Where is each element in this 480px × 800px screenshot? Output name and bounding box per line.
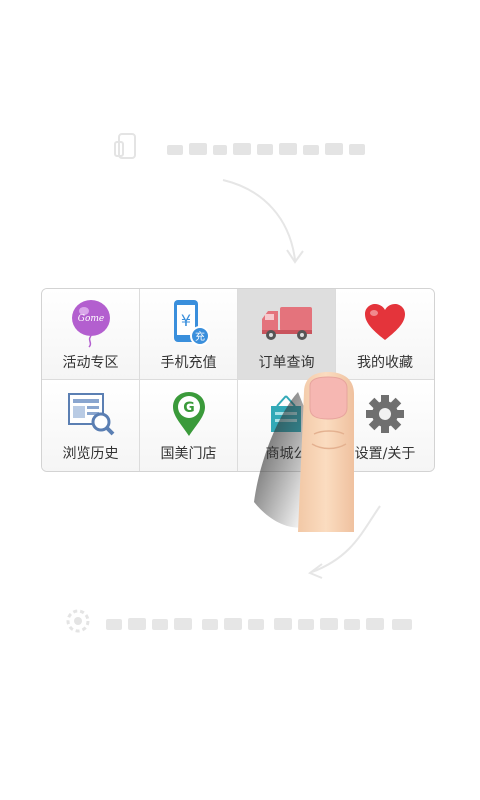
menu-item-label: 订单查询 — [258, 355, 315, 371]
menu-item-orders[interactable]: 订单查询 — [238, 289, 336, 380]
arrow-down-icon — [222, 179, 304, 264]
gear-hint-icon — [64, 607, 92, 640]
browse-history-icon — [42, 388, 139, 440]
balloon-icon: Gome — [42, 297, 139, 349]
hint-top — [0, 132, 480, 165]
menu-item-history[interactable]: 浏览历史 — [42, 380, 140, 471]
svg-text:¥: ¥ — [180, 311, 190, 330]
svg-text:G: G — [183, 400, 195, 416]
menu-item-label: 活动专区 — [62, 355, 119, 371]
menu-item-label: 国美门店 — [160, 446, 217, 462]
shortcut-menu-grid: Gome 活动专区 ¥ 充 手机充值 订单查询 我的收藏 浏览历史 G 国美门店… — [41, 288, 435, 472]
phone-recharge-icon: ¥ 充 — [140, 297, 237, 349]
delivery-truck-icon — [238, 297, 335, 349]
heart-icon — [336, 297, 434, 349]
menu-item-label: 手机充值 — [160, 355, 217, 371]
menu-item-label: 浏览历史 — [62, 446, 119, 462]
svg-text:充: 充 — [195, 330, 205, 343]
store-location-icon: G — [140, 388, 237, 440]
phone-hint-icon — [113, 132, 153, 165]
menu-item-recharge[interactable]: ¥ 充 手机充值 — [140, 289, 238, 380]
arrow-bottom-icon — [308, 505, 381, 579]
menu-item-favorites[interactable]: 我的收藏 — [336, 289, 434, 380]
balloon-text: Gome — [77, 314, 103, 324]
hint-bottom — [0, 607, 480, 640]
menu-item-stores[interactable]: G 国美门店 — [140, 380, 238, 471]
menu-item-activity[interactable]: Gome 活动专区 — [42, 289, 140, 380]
menu-item-label: 我的收藏 — [357, 355, 413, 371]
